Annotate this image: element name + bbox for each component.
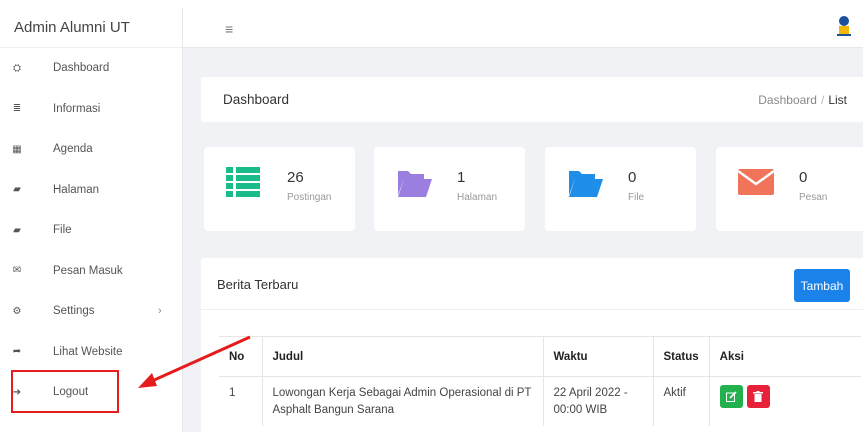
list-icon [226, 167, 260, 197]
breadcrumb: Dashboard / List [758, 93, 847, 107]
top-header: ≡ [183, 8, 863, 48]
page-title: Dashboard [223, 92, 290, 107]
stat-value: 0 [628, 169, 637, 186]
panel-header: Berita Terbaru Tambah [201, 258, 863, 310]
panel-title: Berita Terbaru [217, 277, 299, 292]
edit-button[interactable] [719, 385, 743, 408]
table-row: 1 Lowongan Kerja Sebagai Admin Operasion… [219, 376, 861, 427]
action-buttons [719, 385, 851, 408]
stat-caption: Postingan [287, 192, 332, 203]
cell-judul: Lowongan Kerja Sebagai Admin Operasional… [261, 376, 543, 427]
stat-value: 26 [287, 169, 304, 186]
column-header-aksi: Aksi [708, 336, 861, 377]
envelope-icon: ✉ [12, 265, 22, 277]
sidebar-item-file[interactable]: ▰ File [0, 210, 182, 251]
sidebar-item-label: Pesan Masuk [53, 264, 123, 277]
sidebar: Admin Alumni UT ⛭ Dashboard ≣ Informasi … [0, 8, 183, 432]
folder-icon: ▰ [13, 224, 21, 236]
column-header-status[interactable]: Status [652, 336, 710, 377]
news-table: No Judul Waktu Status Aksi 1 Lowongan Ke… [219, 336, 861, 427]
stat-value: 0 [799, 169, 808, 186]
sidebar-item-lihat-website[interactable]: ➦ Lihat Website [0, 332, 182, 373]
sidebar-item-label: Dashboard [53, 62, 110, 75]
gear-icon: ⚙ [12, 305, 22, 317]
stat-caption: Pesan [799, 192, 828, 203]
sidebar-item-halaman[interactable]: ▰ Halaman [0, 170, 182, 211]
cell-aksi [708, 376, 861, 427]
top-strip [0, 0, 863, 8]
stat-card-pesan[interactable]: 0 Pesan [716, 147, 863, 231]
cell-no: 1 [229, 387, 236, 399]
sidebar-item-label: Lihat Website [53, 345, 123, 358]
stat-card-halaman[interactable]: 1 Halaman [374, 147, 525, 231]
list-icon: ≣ [12, 103, 22, 115]
stat-card-file[interactable]: 0 File [545, 147, 696, 231]
trash-icon [753, 391, 764, 402]
cell-status: Aktif [652, 376, 710, 427]
stat-caption: File [628, 192, 645, 203]
column-header-no[interactable]: No [219, 336, 262, 377]
sidebar-item-pesan-masuk[interactable]: ✉ Pesan Masuk [0, 251, 182, 292]
sidebar-item-label: Halaman [53, 183, 100, 196]
column-header-judul[interactable]: Judul [261, 336, 543, 377]
breadcrumb-separator: / [820, 93, 825, 107]
table-header-row: No Judul Waktu Status Aksi [219, 336, 861, 377]
breadcrumb-current: List [828, 93, 847, 107]
envelope-icon [738, 169, 774, 195]
folder-open-icon [569, 171, 603, 197]
dashboard-icon: ⛭ [13, 62, 21, 74]
sidebar-item-label: Informasi [53, 102, 101, 115]
sidebar-item-dashboard[interactable]: ⛭ Dashboard [0, 48, 182, 89]
cell-waktu: 22 April 2022 - 00:00 WIB [542, 376, 653, 427]
sidebar-item-label: File [53, 224, 72, 237]
logout-highlight-box [11, 370, 119, 413]
stat-caption: Halaman [457, 192, 498, 203]
tambah-button[interactable]: Tambah [794, 269, 850, 302]
delete-button[interactable] [746, 385, 770, 408]
hamburger-menu-icon[interactable]: ≡ [225, 21, 233, 37]
sidebar-item-label: Agenda [53, 143, 93, 156]
brand-title[interactable]: Admin Alumni UT [0, 8, 182, 48]
folder-open-icon [398, 171, 432, 197]
calendar-icon: ▦ [12, 143, 22, 155]
sidebar-menu: ⛭ Dashboard ≣ Informasi ▦ Agenda ▰ Halam… [0, 48, 182, 413]
chevron-right-icon: › [158, 305, 162, 318]
sidebar-item-agenda[interactable]: ▦ Agenda [0, 129, 182, 170]
sidebar-item-label: Settings [53, 305, 95, 318]
breadcrumb-link-dashboard[interactable]: Dashboard [758, 93, 817, 107]
stat-value: 1 [457, 169, 466, 186]
university-logo-icon [837, 16, 851, 36]
stat-card-postingan[interactable]: 26 Postingan [204, 147, 355, 231]
edit-icon [725, 391, 737, 402]
folder-icon: ▰ [13, 184, 21, 196]
column-header-waktu[interactable]: Waktu [542, 336, 653, 377]
sidebar-item-settings[interactable]: ⚙ Settings › [0, 291, 182, 332]
sidebar-item-informasi[interactable]: ≣ Informasi [0, 89, 182, 130]
share-icon: ➦ [12, 346, 22, 358]
page-title-bar: Dashboard Dashboard / List [201, 77, 863, 122]
berita-terbaru-panel: Berita Terbaru Tambah No Judul Waktu Sta… [201, 258, 863, 432]
